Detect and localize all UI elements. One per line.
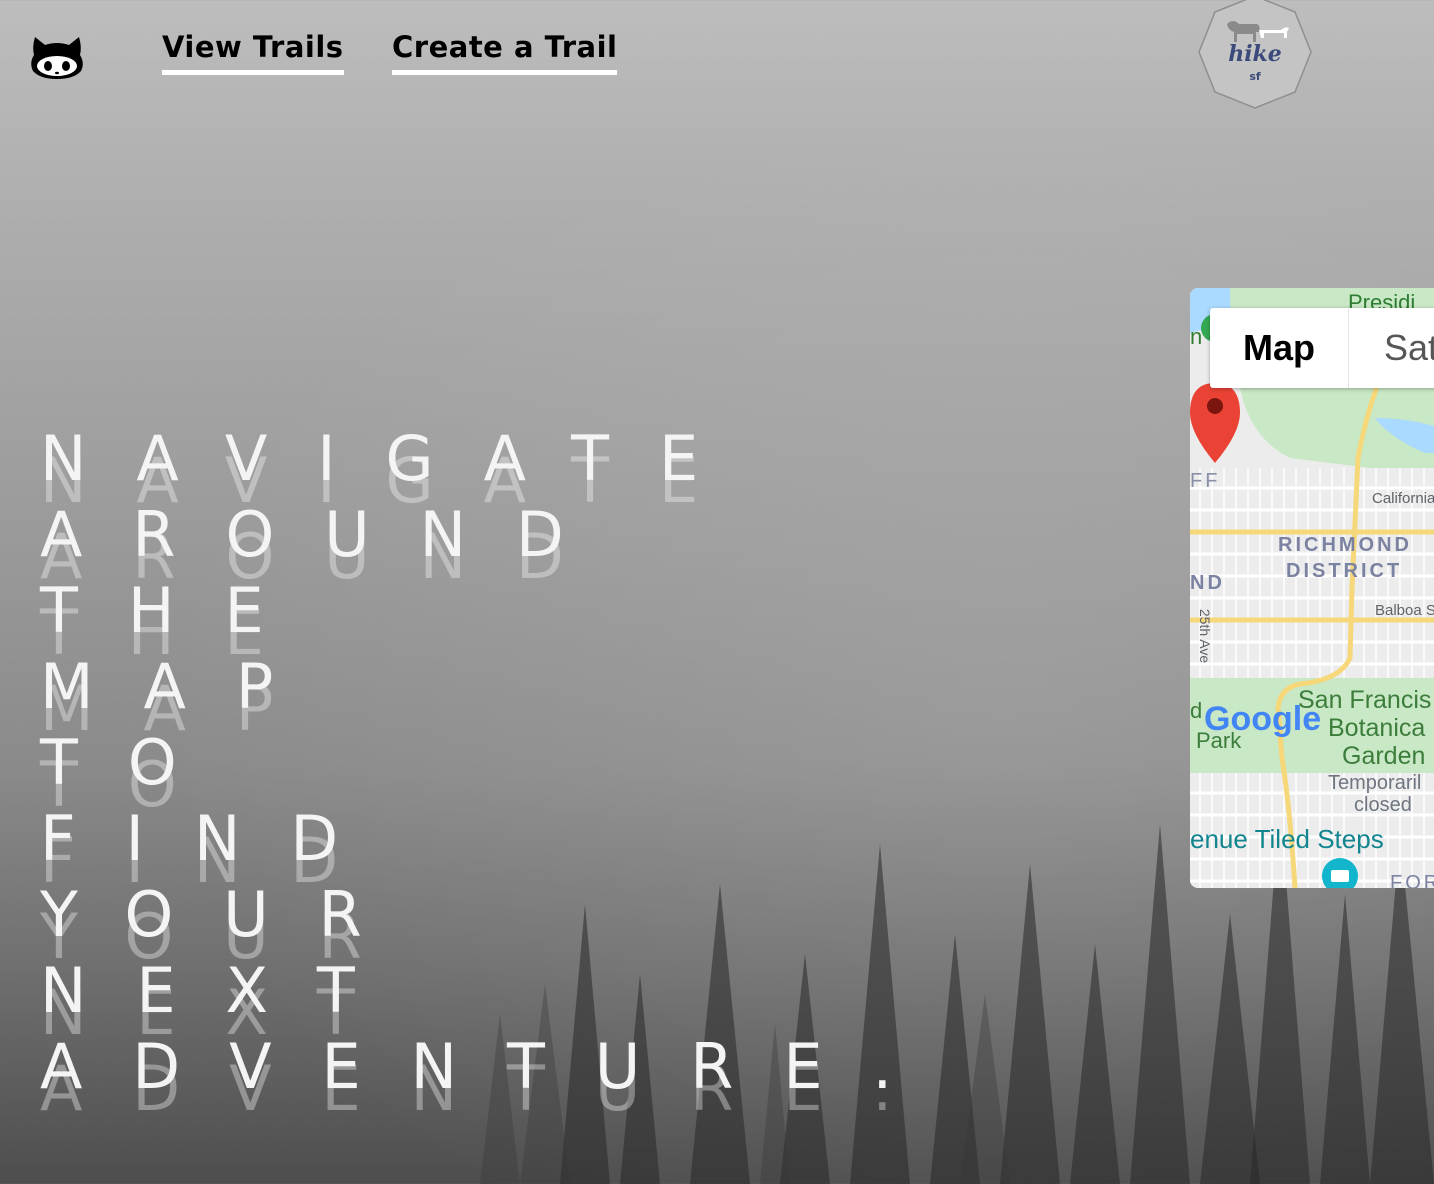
hero-line-text: YOUR [40, 878, 412, 951]
map-label-d: d [1190, 698, 1203, 723]
map-type-satellite-button[interactable]: Sat [1349, 308, 1434, 388]
map-label-richmond: RICHMOND [1278, 534, 1412, 556]
map-label-n: n [1190, 324, 1203, 349]
hero-line-text: TO [40, 726, 227, 799]
map-label-park: Park [1196, 728, 1242, 753]
map-label-tiled-steps: enue Tiled Steps [1190, 824, 1384, 854]
map-label-temporarily: Temporaril [1328, 772, 1422, 794]
map-label-balboa: Balboa S [1375, 602, 1434, 619]
map-label-california: California [1372, 490, 1434, 507]
map-label-botanical: Botanica [1328, 714, 1426, 742]
hero-line-text: MAP [40, 650, 324, 723]
nav-view-trails[interactable]: View Trails [162, 30, 344, 75]
hero-line-text: FIND [40, 802, 389, 875]
map-label-for: FOR [1390, 872, 1434, 888]
github-icon[interactable] [29, 33, 85, 79]
map-type-map-button[interactable]: Map [1210, 308, 1349, 388]
hero-line-text: AROUND [40, 498, 614, 571]
map-label-closed: closed [1354, 794, 1412, 816]
hero-line-text: THE [40, 574, 314, 647]
nav-create-trail[interactable]: Create a Trail [392, 30, 618, 75]
hero-line-text: NEXT [40, 954, 405, 1027]
logo-title: hike [1228, 41, 1282, 67]
map-label-25th-ave: 25th Ave [1197, 608, 1214, 664]
google-map[interactable]: Presidi n FF California RICHMOND DISTRIC… [1190, 288, 1434, 888]
logo-subtitle: sf [1249, 70, 1261, 83]
map-label-garden: Garden [1342, 742, 1426, 770]
hero-line-text: ADVENTURE. [40, 1030, 943, 1103]
map-label-district: DISTRICT [1286, 560, 1403, 582]
map-type-toggle: Map Sat [1210, 308, 1434, 388]
map-label-nd: ND [1190, 572, 1225, 594]
hero-line-text: NAVIGATE [40, 422, 749, 495]
map-label-ff: FF [1190, 470, 1221, 492]
